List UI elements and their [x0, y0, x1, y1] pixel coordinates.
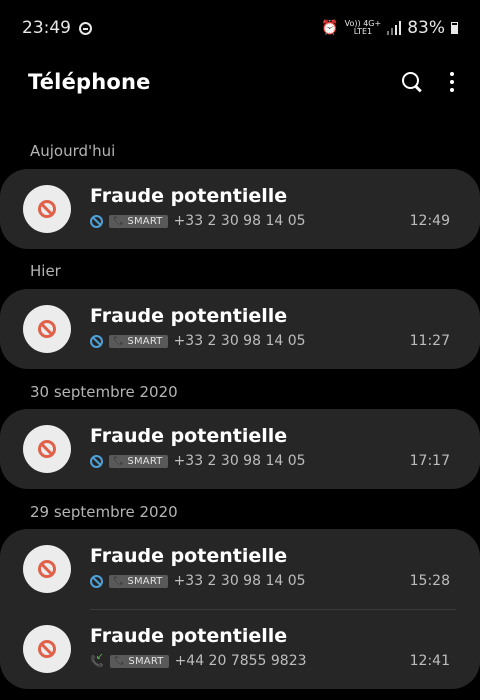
smart-call-badge: 📞 SMART: [110, 654, 169, 668]
blocked-call-icon: [90, 334, 103, 348]
network-type-indicator: Vo)) 4G+ LTE1: [345, 20, 382, 36]
do-not-disturb-icon: [79, 21, 92, 35]
phone-icon: 📞: [113, 576, 125, 586]
incoming-call-icon: 📞 ↙: [90, 652, 104, 668]
status-left: 23:49: [22, 18, 92, 38]
phone-number: +44 20 7855 9823: [174, 653, 307, 669]
phone-number: +33 2 30 98 14 05: [173, 333, 306, 349]
phone-icon: 📞: [113, 336, 125, 346]
caller-name: Fraude potentielle: [90, 305, 288, 327]
smart-call-badge: 📞 SMART: [109, 214, 168, 228]
call-group-card: Fraude potentielle 📞 SMART +33 2 30 98 14…: [0, 529, 480, 689]
call-log-row[interactable]: Fraude potentielle 📞 SMART +33 2 30 98 14…: [0, 169, 480, 249]
battery-icon: [451, 22, 458, 34]
blocked-contact-avatar[interactable]: [23, 625, 71, 673]
battery-percent: 83%: [407, 18, 445, 38]
page-title: Téléphone: [28, 70, 151, 94]
blocked-contact-avatar[interactable]: [23, 545, 71, 593]
caller-name: Fraude potentielle: [90, 425, 288, 447]
blocked-call-icon: [90, 454, 103, 468]
call-meta: 📞 SMART +33 2 30 98 14 05: [90, 573, 306, 589]
block-icon: [38, 440, 56, 458]
call-meta: 📞 SMART +33 2 30 98 14 05: [90, 333, 306, 349]
alarm-icon: ⏰: [321, 20, 339, 36]
phone-number: +33 2 30 98 14 05: [173, 453, 306, 469]
smart-badge-label: SMART: [127, 335, 163, 347]
phone-number: +33 2 30 98 14 05: [173, 573, 306, 589]
caller-name: Fraude potentielle: [90, 185, 288, 207]
call-log-row[interactable]: Fraude potentielle 📞 SMART +33 2 30 98 14…: [0, 529, 480, 609]
phone-icon: 📞: [114, 656, 126, 666]
call-log-row[interactable]: Fraude potentielle 📞 SMART +33 2 30 98 14…: [0, 409, 480, 489]
smart-call-badge: 📞 SMART: [109, 574, 168, 588]
call-log-row[interactable]: Fraude potentielle 📞 ↙ 📞 SMART +44 20 7855…: [0, 609, 480, 689]
smart-call-badge: 📞 SMART: [109, 334, 168, 348]
date-header: Hier: [30, 262, 61, 280]
blocked-contact-avatar[interactable]: [23, 425, 71, 473]
caller-name: Fraude potentielle: [90, 625, 288, 647]
blocked-call-icon: [90, 214, 103, 228]
call-meta: 📞 ↙ 📞 SMART +44 20 7855 9823: [90, 652, 307, 670]
call-meta: 📞 SMART +33 2 30 98 14 05: [90, 213, 306, 229]
blocked-call-icon: [90, 574, 103, 588]
blocked-contact-avatar[interactable]: [23, 305, 71, 353]
status-time: 23:49: [22, 18, 71, 38]
smart-call-badge: 📞 SMART: [109, 454, 168, 468]
status-right: ⏰ Vo)) 4G+ LTE1 83%: [321, 18, 458, 38]
search-icon[interactable]: [402, 72, 422, 92]
block-icon: [38, 320, 56, 338]
phone-icon: 📞: [113, 456, 125, 466]
phone-icon: 📞: [113, 216, 125, 226]
smart-badge-label: SMART: [127, 575, 163, 587]
call-group-card: Fraude potentielle 📞 SMART +33 2 30 98 14…: [0, 169, 480, 249]
blocked-contact-avatar[interactable]: [23, 185, 71, 233]
date-header: Aujourd'hui: [30, 142, 116, 160]
call-log-row[interactable]: Fraude potentielle 📞 SMART +33 2 30 98 14…: [0, 289, 480, 369]
block-icon: [38, 200, 56, 218]
date-header: 30 septembre 2020: [30, 383, 178, 401]
signal-icon: [387, 21, 402, 35]
smart-badge-label: SMART: [128, 655, 164, 667]
block-icon: [38, 560, 56, 578]
phone-number: +33 2 30 98 14 05: [173, 213, 306, 229]
caller-name: Fraude potentielle: [90, 545, 288, 567]
more-options-icon[interactable]: [450, 72, 454, 92]
smart-badge-label: SMART: [127, 455, 163, 467]
call-time: 11:27: [409, 333, 450, 349]
smart-badge-label: SMART: [127, 215, 163, 227]
call-meta: 📞 SMART +33 2 30 98 14 05: [90, 453, 306, 469]
app-bar: Téléphone: [0, 56, 480, 108]
call-time: 17:17: [409, 453, 450, 469]
app-actions: [402, 72, 454, 92]
network-type-bottom: LTE1: [353, 27, 373, 36]
block-icon: [38, 640, 56, 658]
date-header: 29 septembre 2020: [30, 503, 178, 521]
status-bar: 23:49 ⏰ Vo)) 4G+ LTE1 83%: [0, 0, 480, 56]
call-group-card: Fraude potentielle 📞 SMART +33 2 30 98 14…: [0, 289, 480, 369]
call-time: 12:41: [409, 653, 450, 669]
call-group-card: Fraude potentielle 📞 SMART +33 2 30 98 14…: [0, 409, 480, 489]
call-time: 12:49: [409, 213, 450, 229]
call-time: 15:28: [409, 573, 450, 589]
